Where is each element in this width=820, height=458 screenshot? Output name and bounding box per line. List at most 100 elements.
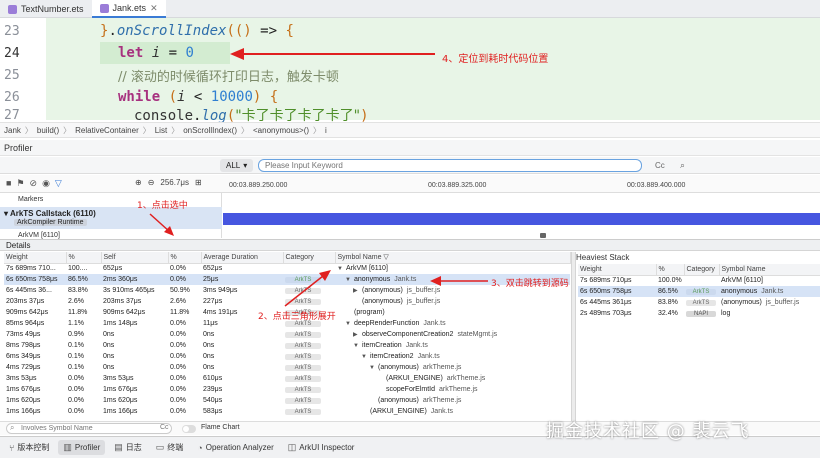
symbol-file[interactable]: arkTheme.js [423,397,462,404]
symbol-file[interactable]: Jank.ts [431,408,453,415]
cell-symbol-name[interactable]: (ARKUI_ENGINE) Jank.ts [335,406,570,417]
search-options-icon[interactable]: ⌕ [680,160,685,171]
cell-symbol-name[interactable]: ▼ ArkVM [6110] [335,263,570,274]
zoom-out-icon[interactable]: ⊖ [148,178,155,187]
tool-profiler[interactable]: ▥ Profiler [58,440,106,455]
col-category[interactable]: Category [283,252,336,264]
breadcrumb-item[interactable]: RelativeContainer [75,126,139,135]
table-row[interactable]: 73ms 49μs 0.9% 0ns 0.0% 0ns ArkTS ▶ observeComp… [4,329,570,340]
breadcrumb-item[interactable]: onScrollIndex() [183,126,237,135]
cell-symbol-name[interactable]: (ARKUI_ENGINE) arkTheme.js [335,373,570,384]
breadcrumb-item[interactable]: i [325,126,327,135]
col-pct[interactable]: % [656,264,685,276]
collapsed-triangle-icon[interactable]: ▶ [353,287,359,294]
filter-icon[interactable]: ▽ [55,178,62,189]
col-weight[interactable]: Weight [4,252,67,264]
symbol-file[interactable]: arkTheme.js [439,386,478,393]
stop-icon[interactable]: ■ [6,178,11,189]
table-row[interactable]: 4ms 729μs 0.1% 0ns 0.0% 0ns ArkTS ▼ (anonymous)… [4,362,570,373]
cell-symbol-name[interactable]: ▼ (anonymous) arkTheme.js [335,362,570,373]
col-weight-pct[interactable]: % [66,252,102,264]
tab-textnumber[interactable]: TextNumber.ets [0,0,92,18]
cell-symbol-name[interactable]: (anonymous) arkTheme.js [335,395,570,406]
table-row[interactable]: 1ms 676μs 0.0% 1ms 676μs 0.0% 239μs ArkTS scop… [4,384,570,395]
table-row[interactable]: 1ms 620μs 0.0% 1ms 620μs 0.0% 540μs ArkTS (ano… [4,395,570,406]
block-icon[interactable]: ⊘ [30,178,38,189]
symbol-file[interactable]: Jank.ts [406,342,428,349]
cell-symbol-name[interactable]: ArkVM [6110] [719,275,820,286]
symbol-file[interactable]: arkTheme.js [447,375,486,382]
filter-icon[interactable]: ▽ [383,254,388,261]
symbol-search-input[interactable] [6,423,172,434]
cell-symbol-name[interactable]: (program) [335,307,570,318]
symbol-file[interactable]: stateMgmt.js [457,331,497,338]
symbol-file[interactable]: js_buffer.js [407,298,440,305]
symbol-file[interactable]: js_buffer.js [407,287,440,294]
match-case-toggle[interactable]: Cc [160,424,169,431]
col-weight[interactable]: Weight [578,264,657,276]
symbol-file[interactable]: Jank.ts [418,353,440,360]
collapsed-triangle-icon[interactable]: ▶ [353,331,359,338]
breadcrumb-item[interactable]: List [155,126,167,135]
cell-symbol-name[interactable]: (anonymous) js_buffer.js [719,297,820,308]
cell-symbol-name[interactable]: ▼ deepRenderFunction Jank.ts [335,318,570,329]
lane-callstack[interactable]: ▾ ArkTS Callstack (6110) ArkCompiler Run… [0,207,222,229]
code-editor[interactable]: 23 }.onScrollIndex(() => { 24 let i = 0 … [0,18,820,122]
col-self[interactable]: Self [101,252,169,264]
symbol-file[interactable]: Jank.ts [423,320,445,327]
col-avg-duration[interactable]: Average Duration [201,252,284,264]
table-row[interactable]: 8ms 798μs 0.1% 0ns 0.0% 0ns ArkTS ▼ itemCreatio… [4,340,570,351]
match-case-toggle[interactable]: Cc [655,161,665,170]
zoom-in-icon[interactable]: ⊕ [135,178,142,187]
symbol-file[interactable]: Jank.ts [761,288,783,295]
cell-symbol-name[interactable]: anonymous Jank.ts [719,286,820,297]
table-row[interactable]: 6s 445ms 361μs 83.8% ArkTS (anonymous) js_bu… [578,297,820,308]
scroll-handle[interactable] [540,233,546,238]
expanded-triangle-icon[interactable]: ▼ [353,343,359,349]
panel-splitter[interactable] [571,252,576,421]
filter-all-dropdown[interactable]: ALL ▾ [220,159,254,172]
tab-jank[interactable]: Jank.ets ✕ [91,0,166,18]
expanded-triangle-icon[interactable]: ▼ [345,321,351,327]
table-row[interactable]: 6ms 349μs 0.1% 0ns 0.0% 0ns ArkTS ▼ itemCreatio… [4,351,570,362]
record-icon[interactable]: ◉ [42,178,50,189]
cell-symbol-name[interactable]: (anonymous) js_buffer.js [335,296,570,307]
callstack-track[interactable] [223,213,820,225]
tool-log[interactable]: ▤ 日志 [109,440,147,455]
breadcrumb-item[interactable]: build() [37,126,59,135]
tool-terminal[interactable]: ▭ 终端 [151,440,189,455]
tool-version-control[interactable]: ⑂ 版本控制 [4,440,54,455]
tool-operation-analyzer[interactable]: ◔ Operation Analyzer [192,441,278,455]
tool-arkui-inspector[interactable]: ◫ ArkUI Inspector [283,440,360,455]
table-row[interactable]: 2s 489ms 703μs 32.4% NAPI log [578,308,820,319]
col-symbol-name[interactable]: Symbol Name ▽ [335,252,571,264]
category-badge: ArkTS [285,343,321,349]
expanded-triangle-icon[interactable]: ▼ [337,266,343,272]
breadcrumb-item[interactable]: <anonymous>() [253,126,309,135]
col-self-pct[interactable]: % [168,252,202,264]
table-row[interactable]: 7s 689ms 710μs 100.0% ArkVM [6110] [578,275,820,286]
breadcrumb-item[interactable]: Jank [4,126,21,135]
cell-symbol-name[interactable]: scopeForElmtId arkTheme.js [335,384,570,395]
cell-symbol-name[interactable]: log [719,308,820,319]
flag-icon[interactable]: ⚑ [16,178,24,189]
expanded-triangle-icon[interactable]: ▼ [345,277,351,283]
col-symbol-name[interactable]: Symbol Name [719,264,820,276]
cell-symbol-name[interactable]: ▼ itemCreation Jank.ts [335,340,570,351]
table-row[interactable]: 6s 650ms 758μs 86.5% ArkTS anonymous Jank.ts [578,286,820,297]
symbol-file[interactable]: arkTheme.js [423,364,462,371]
table-row[interactable]: 3ms 53μs 0.0% 3ms 53μs 0.0% 610μs ArkTS (ARKUI… [4,373,570,384]
keyword-search-input[interactable] [258,159,642,172]
details-header-row: Weight % Self % Average Duration Categor… [4,252,571,264]
flame-chart-toggle[interactable] [182,425,196,433]
zoom-fit-icon[interactable]: ⊞ [195,178,202,187]
symbol-file[interactable]: Jank.ts [394,276,416,283]
expanded-triangle-icon[interactable]: ▼ [361,354,367,360]
table-row[interactable]: 1ms 166μs 0.0% 1ms 166μs 0.0% 583μs ArkTS (ARK… [4,406,570,417]
col-category[interactable]: Category [684,264,720,276]
expanded-triangle-icon[interactable]: ▼ [369,365,375,371]
close-icon[interactable]: ✕ [150,3,158,14]
cell-symbol-name[interactable]: ▼ itemCreation2 Jank.ts [335,351,570,362]
cell-symbol-name[interactable]: ▶ observeComponentCreation2 stateMgmt.js [335,329,570,340]
symbol-file[interactable]: js_buffer.js [766,299,799,306]
